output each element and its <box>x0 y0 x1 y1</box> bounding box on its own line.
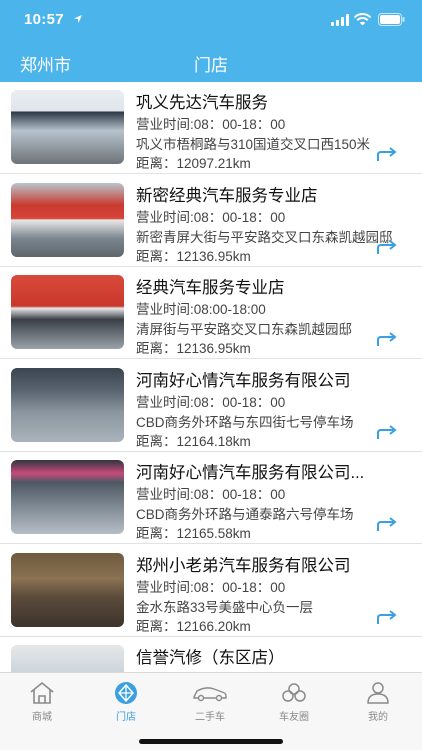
store-photo <box>11 275 124 349</box>
header-bar: 10:57 门店 郑州市 <box>0 0 422 82</box>
store-name: 巩义先达汽车服务 <box>136 94 268 112</box>
tab-mall[interactable]: 商城 <box>0 673 84 725</box>
city-selector[interactable]: 郑州市 <box>20 51 71 76</box>
tab-label: 车友圈 <box>279 712 309 723</box>
tab-used-cars[interactable]: 二手车 <box>168 673 252 725</box>
status-bar: 10:57 <box>0 0 422 40</box>
store-address: CBD商务外环路与通泰路六号停车场 <box>136 507 354 522</box>
home-indicator <box>139 739 283 744</box>
store-address: 金水东路33号美盛中心负一层 <box>136 599 314 615</box>
tab-label: 二手车 <box>195 712 225 723</box>
tab-mine[interactable]: 我的 <box>336 673 420 725</box>
navigate-icon[interactable] <box>376 424 398 440</box>
store-distance: 距离：12097.21km <box>136 156 251 171</box>
store-hours: 营业时间:08：00-18：00 <box>136 394 286 410</box>
nav-bar: 门店 郑州市 <box>0 40 422 82</box>
location-arrow-icon <box>74 15 82 23</box>
store-icon <box>115 682 137 704</box>
store-distance: 距离：12136.95km <box>136 248 251 264</box>
person-icon <box>367 682 389 704</box>
store-hours: 营业时间:08：00-18：00 <box>136 209 286 225</box>
store-name: 信誉汽修（东区店） <box>136 649 285 667</box>
community-icon <box>282 683 306 702</box>
wifi-icon <box>354 13 371 26</box>
store-name: 新密经典汽车服务专业店 <box>136 186 318 205</box>
home-icon <box>30 681 54 704</box>
store-name: 郑州小老弟汽车服务有限公司 <box>136 556 351 575</box>
store-hours: 营业时间:08：00-18：00 <box>136 487 286 502</box>
navigate-icon[interactable] <box>376 516 398 532</box>
tab-community[interactable]: 车友圈 <box>252 673 336 725</box>
store-photo <box>11 90 124 164</box>
store-list[interactable]: 巩义先达汽车服务营业时间:08：00-18：00 巩义市梧桐路与310国道交叉口西… <box>0 82 422 672</box>
store-distance: 距离：12136.95km <box>136 341 251 356</box>
store-name: 河南好心情汽车服务有限公司 <box>136 371 351 390</box>
store-hours: 营业时间:08：00-18：00 <box>136 579 286 595</box>
tab-label: 我的 <box>368 712 388 723</box>
store-address: 新密青屏大街与平安路交叉口东森凯越园邸 <box>136 229 393 245</box>
store-hours: 营业时间:08：00-18：00 <box>136 117 286 132</box>
store-hours: 营业时间:08:00-18:00 <box>136 302 266 317</box>
tab-label: 商城 <box>32 712 52 723</box>
navigate-icon[interactable] <box>376 331 398 347</box>
car-icon <box>193 687 227 702</box>
store-list-item[interactable]: 郑州小老弟汽车服务有限公司 营业时间:08：00-18：00 金水东路33号美盛中心… <box>0 545 422 637</box>
store-list-item[interactable]: 经典汽车服务专业店 营业时间:08:00-18:00 清屏街与平安路交叉口东森凯越园… <box>0 267 422 359</box>
store-list-item[interactable]: 新密经典汽车服务专业店 营业时间:08：00-18：00 新密青屏大街与平安路交叉口… <box>0 175 422 267</box>
navigate-icon[interactable] <box>376 239 398 255</box>
tab-stores[interactable]: 门店 <box>84 673 168 725</box>
store-name: 河南好心情汽车服务有限公司... <box>136 464 365 482</box>
store-address: 巩义市梧桐路与310国道交叉口西150米 <box>136 137 371 152</box>
store-list-item[interactable]: 河南好心情汽车服务有限公司... 营业时间:08：00-18：00 CBD商务外环路… <box>0 452 422 544</box>
store-address: CBD商务外环路与东四街七号停车场 <box>136 414 354 430</box>
store-photo <box>11 460 124 534</box>
status-time: 10:57 <box>24 11 64 28</box>
store-photo <box>11 367 124 442</box>
store-name: 经典汽车服务专业店 <box>136 279 285 297</box>
store-address: 清屏街与平安路交叉口东森凯越园邸 <box>136 322 352 337</box>
store-distance: 距离：12166.20km <box>136 618 251 634</box>
navigate-icon[interactable] <box>376 609 398 625</box>
store-photo <box>11 182 124 257</box>
signal-icon <box>331 14 349 26</box>
store-distance: 距离：12165.58km <box>136 526 251 541</box>
navigate-icon[interactable] <box>376 146 398 162</box>
store-list-item[interactable]: 巩义先达汽车服务营业时间:08：00-18：00 巩义市梧桐路与310国道交叉口西… <box>0 82 422 174</box>
battery-icon <box>378 13 405 26</box>
store-photo <box>11 645 124 672</box>
store-photo <box>11 552 124 627</box>
store-list-item[interactable]: 信誉汽修（东区店）营业时间:08：00-18：00 <box>0 637 422 672</box>
store-list-item[interactable]: 河南好心情汽车服务有限公司 营业时间:08：00-18：00 CBD商务外环路与东四… <box>0 360 422 452</box>
store-distance: 距离：12164.18km <box>136 433 251 449</box>
tab-label: 门店 <box>116 712 136 723</box>
